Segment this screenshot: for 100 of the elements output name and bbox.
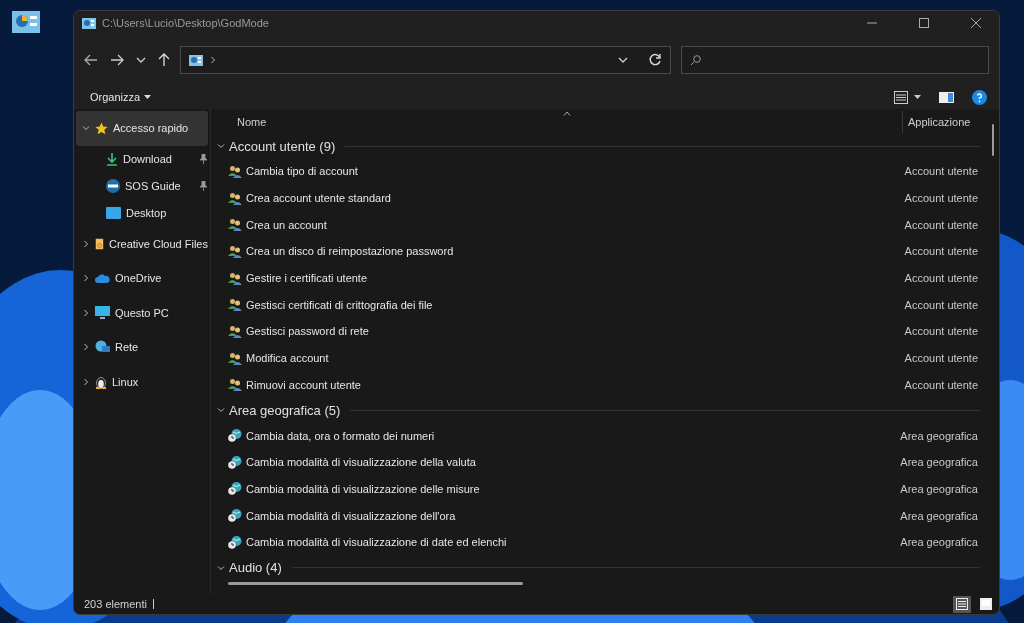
file-name[interactable]: Crea un account [246, 218, 901, 231]
users-icon [228, 351, 242, 365]
globe-clock-icon [228, 509, 242, 523]
users-icon [228, 218, 242, 232]
expand-chevron-icon[interactable] [82, 124, 90, 133]
penguin-icon [95, 374, 107, 389]
file-name[interactable]: Crea account utente standard [246, 192, 901, 205]
users-icon [228, 271, 242, 285]
file-name[interactable]: Modifica account [246, 352, 901, 365]
table-cell: Account utente [904, 165, 978, 178]
table-cell: Account utente [904, 245, 978, 258]
preview-pane-button[interactable] [937, 89, 956, 105]
file-name[interactable]: Cambia modalità di visualizzazione dell'ora [246, 509, 897, 522]
table-cell: Area geografica [900, 536, 978, 549]
search-icon [690, 54, 701, 66]
users-icon [228, 164, 242, 178]
up-button[interactable] [156, 51, 172, 69]
caret-icon [144, 95, 152, 99]
tiles-view-button[interactable] [977, 595, 995, 613]
expand-chevron-icon[interactable] [82, 308, 90, 317]
window-title: C:\Users\Lucio\Desktop\GodMode [102, 17, 270, 29]
sidebar-item[interactable]: Rete [76, 330, 208, 365]
forward-button[interactable] [108, 52, 126, 68]
sidebar-item[interactable]: Linux [76, 364, 208, 399]
sidebar-item[interactable]: Questo PC [76, 295, 208, 330]
table-cell: Area geografica [900, 429, 978, 442]
control-panel-icon [189, 54, 203, 66]
caret-icon [914, 95, 921, 99]
table-cell: Account utente [904, 218, 978, 231]
monitor-icon [95, 305, 110, 320]
users-icon [228, 191, 242, 205]
scrollbar-thumb [992, 124, 994, 156]
globe-clock-icon [228, 429, 242, 443]
download-icon [106, 152, 118, 166]
network-icon [95, 340, 110, 355]
file-name[interactable]: Cambia modalità di visualizzazione della valuta [246, 456, 897, 469]
group-header[interactable]: Area geografica (5) [229, 402, 341, 418]
table-cell: Account utente [904, 352, 978, 365]
file-name[interactable]: Crea un disco di reimpostazione password [246, 245, 901, 258]
column-header[interactable]: Nome [211, 115, 902, 128]
file-name[interactable]: Gestisci certificati di crittografia dei file [246, 298, 901, 311]
file-name[interactable]: Rimuovi account utente [246, 378, 901, 391]
close-icon [971, 18, 981, 28]
globe-clock-icon [228, 482, 242, 496]
sos-badge-icon [106, 179, 120, 193]
file-name[interactable]: Cambia modalità di visualizzazione di date ed elenchi [246, 536, 897, 549]
table-cell: Account utente [904, 298, 978, 311]
expand-chevron-icon[interactable] [82, 377, 90, 386]
globe-clock-icon [228, 535, 242, 549]
users-icon [228, 378, 242, 392]
pin-icon [199, 154, 208, 164]
users-icon [228, 298, 242, 312]
window-icon [82, 17, 96, 29]
sidebar-item[interactable]: Accesso rapido [76, 111, 208, 146]
sidebar-item[interactable]: Download [76, 145, 208, 173]
expand-chevron-icon[interactable] [82, 343, 90, 352]
table-cell: Area geografica [900, 482, 978, 495]
group-chevron-icon[interactable] [217, 142, 225, 150]
sidebar-item[interactable]: SOS Guide [76, 172, 208, 200]
item-count: 203 elementi [84, 598, 147, 610]
sidebar-item[interactable]: Creative Cloud Files [76, 226, 208, 261]
sidebar-item[interactable]: OneDrive [76, 261, 208, 296]
file-name[interactable]: Cambia modalità di visualizzazione delle misure [246, 482, 897, 495]
table-cell: Account utente [904, 325, 978, 338]
file-name[interactable]: Cambia data, ora o formato dei numeri [246, 429, 897, 442]
back-button[interactable] [82, 52, 100, 68]
users-icon [228, 324, 242, 338]
control-panel-icon[interactable] [12, 11, 40, 33]
table-cell: Account utente [904, 378, 978, 391]
expand-chevron-icon[interactable] [82, 239, 90, 248]
table-cell: Account utente [904, 192, 978, 205]
users-icon [228, 244, 242, 258]
file-icon [95, 236, 104, 251]
table-cell: Area geografica [900, 456, 978, 469]
pin-icon [199, 181, 208, 191]
address-field[interactable] [180, 46, 671, 74]
column-header[interactable]: Applicazione [902, 110, 990, 133]
table-cell: Account utente [904, 272, 978, 285]
sidebar-item[interactable]: Desktop [76, 199, 208, 227]
details-view-button[interactable] [953, 595, 971, 613]
expand-chevron-icon[interactable] [82, 274, 90, 283]
cloud-icon [95, 273, 110, 284]
breadcrumb-chevron-icon[interactable] [209, 56, 217, 64]
group-header[interactable]: Account utente (9) [229, 138, 336, 154]
help-button[interactable] [970, 87, 989, 107]
refresh-icon[interactable] [648, 53, 662, 67]
group-header[interactable]: Audio (4) [229, 560, 282, 576]
group-chevron-icon[interactable] [217, 406, 225, 415]
desktop-icon [106, 207, 121, 219]
file-name[interactable]: Gestisci password di rete [246, 325, 901, 338]
dropdown-icon[interactable] [618, 56, 628, 64]
globe-clock-icon [228, 455, 242, 469]
table-cell: Area geografica [900, 509, 978, 522]
search-field[interactable] [681, 46, 989, 74]
maximize-icon [919, 18, 929, 28]
group-chevron-icon[interactable] [217, 563, 225, 572]
view-options-button[interactable] [892, 88, 923, 106]
file-name[interactable]: Cambia tipo di account [246, 165, 901, 178]
file-name[interactable]: Gestire i certificati utente [246, 272, 901, 285]
organize-button[interactable]: Organizza [88, 89, 154, 105]
